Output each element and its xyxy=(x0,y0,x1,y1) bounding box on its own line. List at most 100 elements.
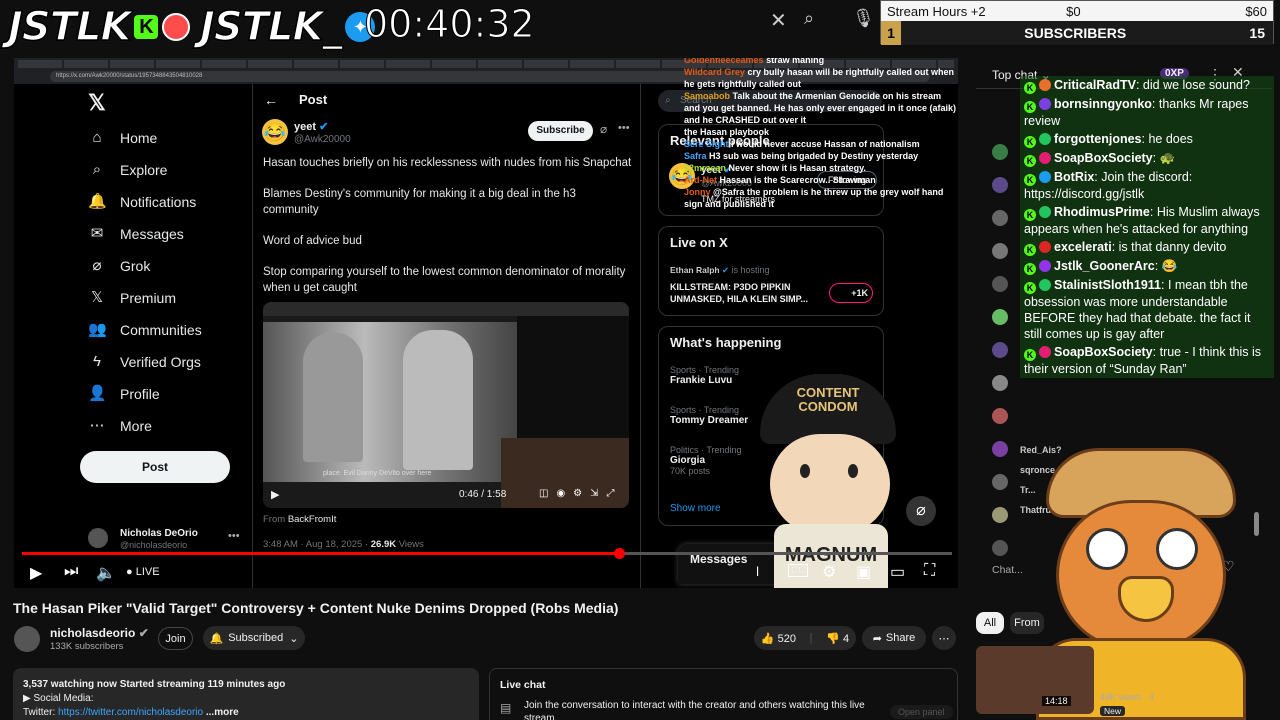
chat-avatar[interactable] xyxy=(992,342,1008,358)
theater-icon[interactable]: ▭ xyxy=(890,562,905,582)
chat-username[interactable]: SoapBoxSociety xyxy=(1054,345,1153,359)
chat-message[interactable]: K StalinistSloth1911: I mean tbh the obse… xyxy=(1020,276,1274,343)
sidebar-item-explore[interactable]: ⌕ Explore xyxy=(88,154,268,186)
chat-username[interactable]: forgottenjones xyxy=(1054,132,1142,146)
sidebar-item-label: Premium xyxy=(120,290,177,306)
video-player[interactable]: https://x.com/Awk20000/status/1957348843… xyxy=(14,58,958,588)
live-text[interactable]: KILLSTREAM: P3DO PIPKIN UNMASKED, HILA K… xyxy=(670,281,820,305)
chat-username[interactable]: Jstlk_GoonerArc xyxy=(1054,259,1155,273)
chat-avatar[interactable] xyxy=(992,441,1008,457)
chat-avatar[interactable] xyxy=(992,243,1008,259)
search-icon[interactable]: ⌕ xyxy=(804,8,814,29)
mascot-face xyxy=(770,434,890,534)
more-actions-icon[interactable]: ⋯ xyxy=(932,626,956,650)
chat-avatar[interactable] xyxy=(992,210,1008,226)
chat-avatar[interactable] xyxy=(992,144,1008,160)
sidebar-item-profile[interactable]: 👤 Profile xyxy=(88,378,268,410)
x-logo-icon[interactable]: 𝕏 xyxy=(88,90,106,116)
chat-avatar[interactable] xyxy=(992,309,1008,325)
sidebar-item-home[interactable]: ⌂ Home xyxy=(88,122,268,154)
captions-icon[interactable]: CC xyxy=(788,564,809,577)
sidebar-item-communities[interactable]: 👥 Communities xyxy=(88,314,268,346)
chat-avatar[interactable] xyxy=(992,276,1008,292)
post-button[interactable]: Post xyxy=(80,451,230,483)
chat-avatar[interactable] xyxy=(992,177,1008,193)
chat-username[interactable]: RhodimusPrime xyxy=(1054,205,1150,219)
progress-played[interactable] xyxy=(22,552,622,555)
chat-message[interactable]: K Jstlk_GoonerArc: 😂 xyxy=(1020,257,1274,276)
trend-item[interactable]: Sports · Trending Frankie Luvu xyxy=(670,365,739,386)
like-button[interactable]: 👍 520 xyxy=(761,632,796,645)
sidebar-item-more[interactable]: ⋯ More xyxy=(88,410,268,442)
account-more-icon[interactable]: ••• xyxy=(228,530,240,542)
sidebar-item-premium[interactable]: 𝕏 Premium xyxy=(88,282,268,314)
media-controls[interactable]: ◫◉⚙⇲⤢ xyxy=(539,488,623,499)
next-icon[interactable]: ⏭ xyxy=(64,563,78,581)
tab-all[interactable]: All xyxy=(976,612,1004,634)
join-button[interactable]: Join xyxy=(158,627,193,650)
chat-message[interactable]: K BotRix: Join the discord: https://disco… xyxy=(1020,168,1274,203)
post-text-3: Word of advice bud xyxy=(263,235,362,247)
microphone-icon[interactable]: 🎙 xyxy=(852,8,875,29)
chat-message[interactable]: Kforgottenjones: he does xyxy=(1020,130,1274,149)
tab-from[interactable]: From xyxy=(1010,612,1044,634)
chat-message[interactable]: K SoapBoxSociety: 🐢 xyxy=(1020,149,1274,168)
chat-username[interactable]: CriticalRadTV xyxy=(1054,78,1136,92)
grok-fab-icon[interactable]: ⌀ xyxy=(906,496,936,526)
channel-name[interactable]: nicholasdeorio ✔ xyxy=(50,626,149,640)
twitter-link[interactable]: https://twitter.com/nicholasdeorio xyxy=(58,707,203,718)
description-box[interactable]: 3,537 watching now Started streaming 119… xyxy=(13,668,479,720)
more-link[interactable]: ...more xyxy=(206,707,239,718)
author-avatar[interactable]: 😂 xyxy=(262,119,288,145)
trend-item[interactable]: Sports · Trending Tommy Dreamer xyxy=(670,405,748,426)
rec-thumbnail[interactable]: 14:18 xyxy=(976,646,1094,714)
chat-avatar[interactable] xyxy=(992,375,1008,391)
back-arrow-icon[interactable]: ← xyxy=(264,92,278,108)
chat-message[interactable]: K RhodimusPrime: His Muslim always appear… xyxy=(1020,203,1274,238)
sidebar-item-grok[interactable]: ⌀ Grok xyxy=(88,250,268,282)
chat-avatar[interactable] xyxy=(992,540,1008,556)
live-title: Live on X xyxy=(670,235,728,250)
like-dislike[interactable]: 👍 520 | 👎 4 xyxy=(754,626,856,650)
share-button[interactable]: ➦ Share xyxy=(862,626,926,650)
more-icon[interactable]: ••• xyxy=(618,122,630,134)
progress-scrubber[interactable] xyxy=(614,548,625,559)
progress-remaining[interactable] xyxy=(622,552,952,555)
chat-avatar[interactable] xyxy=(992,408,1008,424)
chat-avatar[interactable] xyxy=(992,474,1008,490)
grok-icon[interactable]: ⌀ xyxy=(600,122,607,136)
volume-icon[interactable]: 🔈 xyxy=(96,563,116,583)
sidebar-item-verified-orgs[interactable]: ϟ Verified Orgs xyxy=(88,346,268,378)
autoplay-toggle-icon[interactable]: ⏽ xyxy=(752,563,763,580)
fullscreen-icon[interactable]: ⛶ xyxy=(924,562,935,580)
chat-avatar[interactable] xyxy=(992,507,1008,523)
sidebar-item-messages[interactable]: ✉ Messages xyxy=(88,218,268,250)
chat-username[interactable]: BotRix xyxy=(1054,170,1094,184)
subscribe-button[interactable]: Subscribe xyxy=(528,121,593,141)
channel-avatar[interactable] xyxy=(14,626,40,652)
live-listener-count[interactable]: +1K xyxy=(829,283,873,303)
play-icon[interactable]: ▶ xyxy=(271,488,279,501)
post-video[interactable]: place. Evil Danny DeVito over here ▶ 0:4… xyxy=(263,302,629,508)
play-icon[interactable]: ▶ xyxy=(30,563,42,583)
close-icon[interactable]: ✕ xyxy=(770,8,787,33)
chat-message[interactable]: Kexcelerati: is that danny devito xyxy=(1020,238,1274,257)
account-avatar[interactable] xyxy=(88,528,108,548)
live-indicator[interactable]: ● LIVE xyxy=(126,566,160,578)
chat-username[interactable]: SoapBoxSociety xyxy=(1054,151,1153,165)
open-panel-button[interactable]: Open panel xyxy=(890,705,953,719)
chat-message[interactable]: K SoapBoxSociety: true - I think this is … xyxy=(1020,343,1274,378)
chat-username[interactable]: StalinistSloth1911 xyxy=(1054,278,1161,292)
subscribed-button[interactable]: 🔔 Subscribed ⌄ xyxy=(203,626,305,650)
dislike-button[interactable]: 👎 4 xyxy=(826,632,849,645)
sidebar-item-notifications[interactable]: 🔔 Notifications xyxy=(88,186,268,218)
show-more-link[interactable]: Show more xyxy=(670,503,721,514)
chat-username[interactable]: excelerati xyxy=(1054,240,1112,254)
miniplayer-icon[interactable]: ▣ xyxy=(856,562,871,582)
post-timestamp: 3:48 AM · Aug 18, 2025 · 26.9K Views xyxy=(263,539,424,550)
chat-username[interactable]: bornsinngyonko xyxy=(1054,97,1152,111)
chat-message[interactable]: K CriticalRadTV: did we lose sound? xyxy=(1020,76,1274,95)
chat-message[interactable]: Kbornsinngyonko: thanks Mr rapes review xyxy=(1020,95,1274,130)
trend-item[interactable]: Politics · Trending Giorgia 70K posts xyxy=(670,445,742,476)
settings-icon[interactable]: ⚙ xyxy=(822,562,836,582)
